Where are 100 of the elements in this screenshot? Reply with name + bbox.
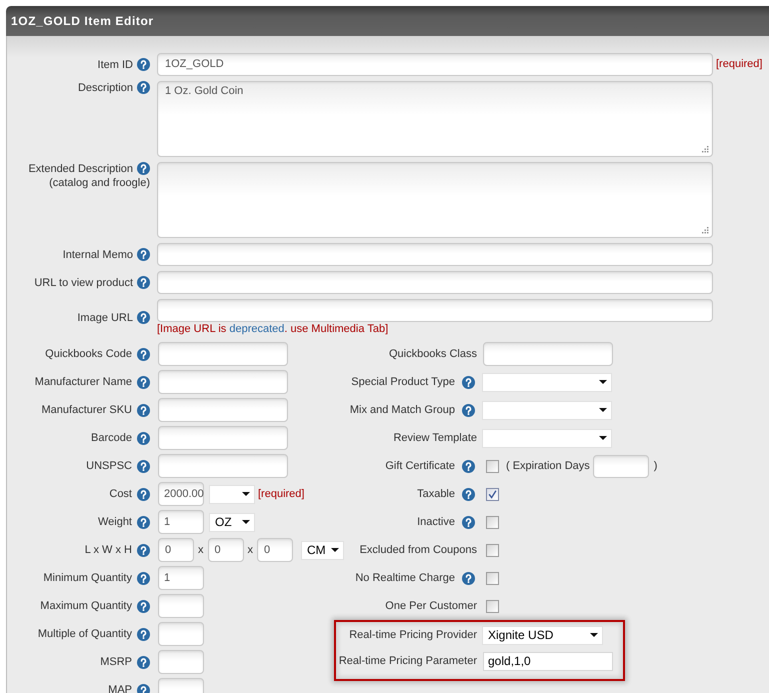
caret-icon: [242, 520, 250, 524]
checkbox[interactable]: [486, 460, 499, 472]
dropdown[interactable]: Xignite USD: [483, 626, 602, 644]
field-label: Gift Certificate: [385, 459, 455, 473]
field-label: Manufacturer Name: [34, 375, 132, 389]
input-field[interactable]: [157, 271, 713, 294]
warning-note: [Image URL is deprecated. use Multimedia Tab]: [157, 322, 390, 336]
input-field[interactable]: gold,1,0: [483, 652, 613, 670]
help-icon[interactable]: [137, 311, 150, 324]
resize-grip-icon: [702, 227, 709, 234]
help-icon[interactable]: [137, 544, 150, 556]
field-label: Minimum Quantity: [43, 571, 132, 585]
input-field[interactable]: [158, 622, 204, 646]
help-icon[interactable]: [137, 81, 150, 94]
input-field[interactable]: 1: [158, 510, 204, 534]
input-field[interactable]: [592, 454, 649, 478]
input-field[interactable]: [158, 454, 288, 478]
field-sublabel: (catalog and froogle): [49, 176, 150, 190]
field-label: Manufacturer SKU: [42, 403, 132, 417]
input-field[interactable]: [483, 342, 613, 366]
field-label: Review Template: [393, 431, 477, 445]
help-icon[interactable]: [137, 656, 150, 668]
resize-grip-icon: [702, 146, 709, 153]
input-field[interactable]: [158, 650, 204, 674]
help-icon[interactable]: [462, 572, 475, 584]
help-icon[interactable]: [137, 348, 150, 360]
help-icon[interactable]: [137, 460, 150, 472]
input-field[interactable]: [158, 426, 288, 450]
input-field[interactable]: 0: [257, 538, 293, 562]
window-title: 1OZ_GOLD Item Editor: [11, 13, 154, 30]
field-label: MSRP: [100, 655, 132, 669]
caret-icon: [599, 380, 607, 384]
input-field[interactable]: [157, 243, 713, 266]
input-field[interactable]: 0: [208, 538, 244, 562]
field-label: L x W x H: [84, 543, 132, 557]
help-icon[interactable]: [137, 404, 150, 416]
field-label: UNSPSC: [86, 459, 132, 473]
checkbox[interactable]: [486, 488, 499, 500]
field-label: Extended Description: [28, 162, 133, 176]
help-icon[interactable]: [462, 404, 475, 416]
caret-icon: [331, 548, 339, 552]
field-label: Mix and Match Group: [350, 403, 455, 417]
help-icon[interactable]: [137, 628, 150, 640]
field-label: Special Product Type: [351, 375, 455, 389]
field-label: Description: [78, 81, 133, 95]
help-icon[interactable]: [137, 572, 150, 584]
checkbox[interactable]: [486, 516, 499, 528]
help-icon[interactable]: [137, 276, 150, 289]
input-field[interactable]: [157, 299, 713, 322]
field-label: Maximum Quantity: [40, 599, 132, 613]
field-label: Taxable: [417, 487, 455, 501]
input-field[interactable]: [158, 398, 288, 422]
field-label: Excluded from Coupons: [360, 543, 477, 557]
help-icon[interactable]: [462, 376, 475, 388]
help-icon[interactable]: [462, 516, 475, 528]
caret-icon: [599, 408, 607, 412]
check-icon: [488, 490, 497, 498]
help-icon[interactable]: [137, 248, 150, 261]
dropdown[interactable]: [210, 486, 254, 502]
field-label: URL to view product: [34, 276, 133, 290]
field-label: Real-time Pricing Parameter: [338, 654, 477, 668]
help-icon[interactable]: [137, 684, 150, 693]
input-field[interactable]: [158, 370, 288, 394]
deprecated-link[interactable]: deprecated: [229, 323, 284, 335]
input-field[interactable]: 2000.00: [158, 482, 204, 506]
field-label: Quickbooks Code: [45, 347, 132, 361]
dropdown[interactable]: CM: [302, 542, 343, 558]
field-label: No Realtime Charge: [355, 571, 455, 585]
help-icon[interactable]: [137, 162, 150, 175]
checkbox[interactable]: [486, 600, 499, 612]
dropdown[interactable]: OZ: [210, 514, 254, 530]
dimension-separator: x: [246, 542, 254, 558]
field-label: Image URL: [77, 310, 133, 324]
input-field[interactable]: 0: [158, 538, 194, 562]
bracket-text: ): [654, 458, 658, 474]
help-icon[interactable]: [137, 488, 150, 500]
required-note: [required]: [258, 486, 304, 502]
field-label: Real-time Pricing Provider: [349, 628, 477, 642]
dimension-separator: x: [197, 542, 204, 558]
help-icon[interactable]: [137, 516, 150, 528]
field-label: Multiple of Quantity: [38, 627, 132, 641]
help-icon[interactable]: [137, 432, 150, 444]
input-field[interactable]: [158, 594, 204, 618]
input-field[interactable]: [158, 342, 288, 366]
field-label: Weight: [98, 515, 132, 529]
caret-icon: [242, 492, 250, 496]
help-icon[interactable]: [137, 600, 150, 612]
field-label: MAP: [108, 683, 132, 693]
checkbox[interactable]: [486, 572, 499, 584]
field-label: Inactive: [417, 515, 455, 529]
input-field[interactable]: 1: [158, 566, 204, 590]
input-field[interactable]: 1OZ_GOLD: [157, 53, 713, 76]
caret-icon: [599, 436, 607, 440]
help-icon[interactable]: [462, 488, 475, 500]
field-label: One Per Customer: [385, 599, 477, 613]
help-icon[interactable]: [137, 58, 150, 71]
help-icon[interactable]: [137, 376, 150, 388]
text-area[interactable]: 1 Oz. Gold Coin: [157, 81, 713, 157]
help-icon[interactable]: [462, 460, 475, 472]
checkbox[interactable]: [486, 544, 499, 556]
